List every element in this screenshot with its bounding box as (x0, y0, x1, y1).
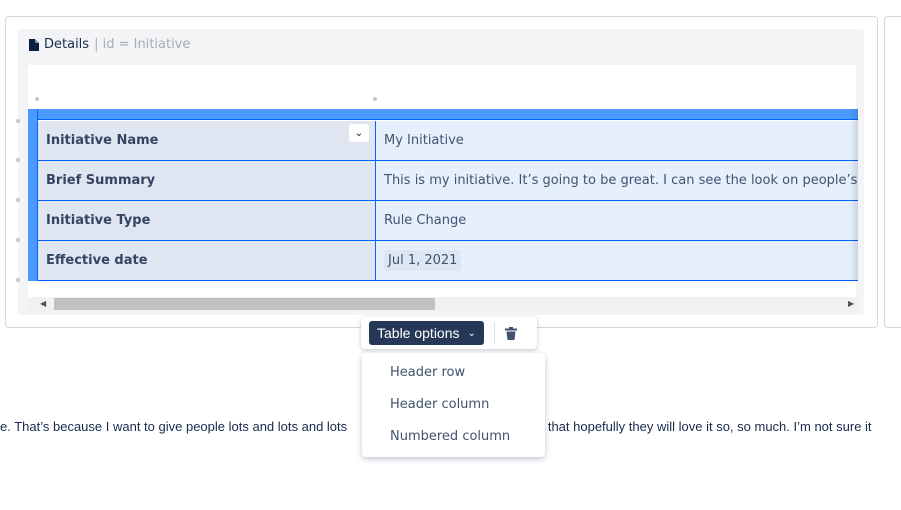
table-row: Initiative Name ⌄ My Initiative (38, 121, 858, 161)
row-insert-dot[interactable] (16, 119, 20, 123)
toolbar-divider (493, 322, 495, 344)
row-insert-dot[interactable] (16, 238, 20, 242)
header-cell[interactable]: Initiative Name ⌄ (38, 121, 376, 160)
date-lozenge[interactable]: Jul 1, 2021 (384, 250, 462, 271)
header-cell[interactable]: Initiative Type (38, 201, 376, 240)
chevron-down-icon: ⌄ (467, 327, 476, 339)
table-row: Brief Summary This is my initiative. It’… (38, 161, 858, 201)
document-icon (29, 38, 39, 51)
trash-icon[interactable] (504, 326, 517, 340)
column-insert-dot[interactable] (373, 97, 377, 101)
row-insert-dot[interactable] (16, 278, 20, 282)
menu-item-header-row[interactable]: Header row (362, 357, 545, 389)
menu-item-numbered-column[interactable]: Numbered column (362, 421, 545, 453)
panel-id: | id = Initiative (94, 37, 191, 52)
paragraph-text: o that hopefully they will love it so, s… (537, 419, 872, 434)
details-table: Initiative Name ⌄ My Initiative Brief Sum… (28, 109, 858, 281)
column-insert-dot[interactable] (35, 97, 39, 101)
overflow-shadow (850, 109, 858, 281)
panel-title-text: Details (44, 37, 90, 52)
table-row: Effective date Jul 1, 2021 (38, 241, 858, 281)
table-floating-toolbar: Table options ⌄ (361, 317, 537, 349)
chevron-down-icon[interactable]: ⌄ (349, 124, 369, 142)
row-insert-dot[interactable] (16, 158, 20, 162)
paragraph-text: e. That’s because I want to give people … (0, 419, 348, 434)
table-options-menu: Header row Header column Numbered column (362, 353, 545, 457)
panel-title: Details | id = Initiative (29, 37, 190, 52)
value-cell[interactable]: Rule Change (376, 201, 858, 240)
row-insert-dot[interactable] (16, 198, 20, 202)
table-options-button[interactable]: Table options ⌄ (369, 321, 484, 345)
menu-item-header-column[interactable]: Header column (362, 389, 545, 421)
table-options-label: Table options (377, 325, 460, 341)
scroll-right-icon[interactable]: ▶ (848, 299, 854, 308)
column-selector-bar[interactable] (28, 109, 858, 120)
value-cell[interactable]: My Initiative (376, 121, 858, 160)
value-cell[interactable]: This is my initiative. It’s going to be … (376, 161, 858, 200)
row-selector-bar[interactable] (28, 109, 38, 281)
value-cell[interactable]: Jul 1, 2021 (376, 241, 858, 280)
horizontal-scrollbar[interactable]: ◀ ▶ (28, 297, 858, 311)
header-cell[interactable]: Brief Summary (38, 161, 376, 200)
cell-label: Initiative Name (46, 133, 159, 148)
scroll-left-icon[interactable]: ◀ (40, 299, 46, 308)
scrollbar-thumb[interactable] (54, 298, 435, 310)
side-card (884, 16, 901, 328)
table-row: Initiative Type Rule Change (38, 201, 858, 241)
header-cell[interactable]: Effective date (38, 241, 376, 280)
